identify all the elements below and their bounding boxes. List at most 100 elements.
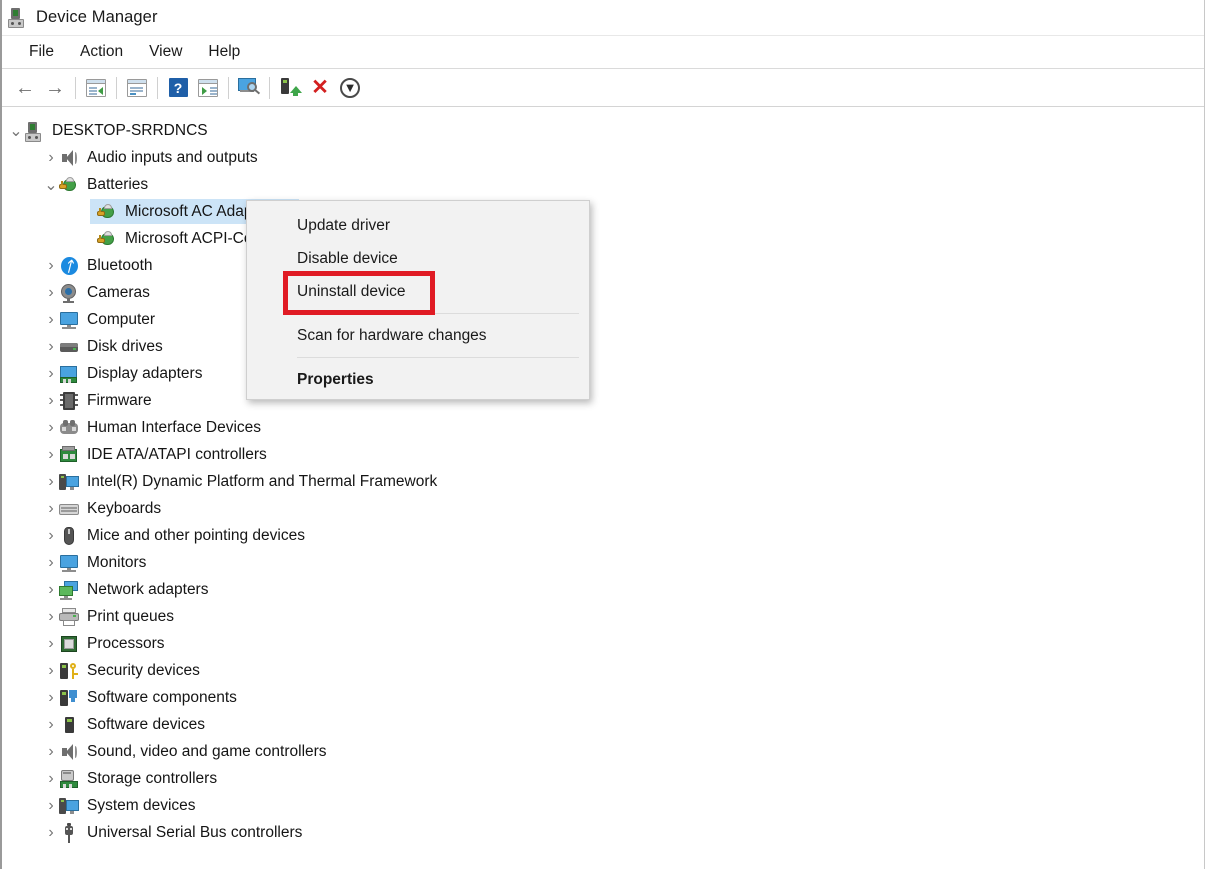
context-menu-separator	[297, 357, 579, 358]
toolbar: ← → ? ✕ ▼	[2, 69, 1204, 107]
hid-icon	[59, 418, 79, 438]
title-bar: Device Manager	[2, 0, 1204, 36]
tree-item-print-queues[interactable]: › Print queues	[2, 603, 1204, 630]
properties-button[interactable]	[122, 73, 152, 103]
chevron-right-icon[interactable]: ›	[43, 608, 59, 625]
update-driver-icon	[280, 78, 302, 97]
chevron-right-icon[interactable]: ›	[43, 257, 59, 274]
menu-view[interactable]: View	[136, 40, 195, 65]
tree-item-universal-serial-bus-controllers[interactable]: › Universal Serial Bus controllers	[2, 819, 1204, 846]
camera-icon	[59, 283, 79, 303]
tree-item-monitors[interactable]: › Monitors	[2, 549, 1204, 576]
chevron-right-icon[interactable]: ›	[43, 824, 59, 841]
tree-item-label: Intel(R) Dynamic Platform and Thermal Fr…	[87, 472, 438, 490]
chevron-right-icon[interactable]: ›	[43, 743, 59, 760]
menu-file[interactable]: File	[16, 40, 67, 65]
disk-drive-icon	[59, 337, 79, 357]
menu-bar: File Action View Help	[2, 36, 1204, 69]
chevron-right-icon[interactable]: ›	[43, 635, 59, 652]
chevron-right-icon[interactable]: ›	[43, 365, 59, 382]
tree-item-microsoft-acpi-compliant-control-method-battery[interactable]: Microsoft ACPI-Compliant Control Method …	[2, 225, 1204, 252]
tree-item-label: Human Interface Devices	[87, 418, 262, 436]
tree-item-bluetooth[interactable]: › ᛏ Bluetooth	[2, 252, 1204, 279]
monitor-icon	[59, 553, 79, 573]
tree-item-microsoft-ac-adapter[interactable]: Microsoft AC Adapter	[2, 198, 1204, 225]
tree-item-audio-inputs-and-outputs[interactable]: › Audio inputs and outputs	[2, 144, 1204, 171]
tree-item-display-adapters[interactable]: › Display adapters	[2, 360, 1204, 387]
tree-item-cameras[interactable]: › Cameras	[2, 279, 1204, 306]
show-hide-action-pane-button[interactable]	[193, 73, 223, 103]
tree-item-label: Bluetooth	[87, 256, 153, 274]
chevron-right-icon[interactable]: ›	[43, 284, 59, 301]
tree-item-label: Security devices	[87, 661, 200, 679]
device-tree[interactable]: ⌄ DESKTOP-SRRDNCS › Audio inputs and out…	[2, 110, 1204, 867]
menu-help[interactable]: Help	[195, 40, 253, 65]
chevron-right-icon[interactable]: ›	[43, 716, 59, 733]
tree-item-network-adapters[interactable]: › Network adapters	[2, 576, 1204, 603]
tree-item-software-components[interactable]: › Software components	[2, 684, 1204, 711]
context-menu-bottom-padding	[247, 396, 589, 404]
mouse-icon	[59, 526, 79, 546]
tree-item-computer[interactable]: › Computer	[2, 306, 1204, 333]
tree-item-firmware[interactable]: › Firmware	[2, 387, 1204, 414]
tree-item-keyboards[interactable]: › Keyboards	[2, 495, 1204, 522]
chevron-down-icon[interactable]: ⌄	[8, 123, 24, 140]
console-tree-icon	[86, 78, 106, 97]
chevron-right-icon[interactable]: ›	[43, 473, 59, 490]
uninstall-device-button[interactable]: ✕	[305, 73, 335, 103]
chevron-right-icon[interactable]: ›	[43, 311, 59, 328]
tree-item-sound-video-and-game-controllers[interactable]: › Sound, video and game controllers	[2, 738, 1204, 765]
scan-for-hardware-changes-button[interactable]	[234, 73, 264, 103]
toolbar-separator	[157, 76, 158, 99]
tree-item-human-interface-devices[interactable]: › Human Interface Devices	[2, 414, 1204, 441]
window-title: Device Manager	[36, 8, 158, 26]
disable-device-button[interactable]: ▼	[335, 73, 365, 103]
chevron-right-icon[interactable]: ›	[43, 554, 59, 571]
keyboard-icon	[59, 499, 79, 519]
context-menu-item-disable-device[interactable]: Disable device	[247, 242, 589, 275]
tree-item-software-devices[interactable]: › Software devices	[2, 711, 1204, 738]
menu-action[interactable]: Action	[67, 40, 136, 65]
chevron-right-icon[interactable]: ›	[43, 527, 59, 544]
scan-hardware-icon	[238, 78, 261, 97]
chevron-right-icon[interactable]: ›	[43, 338, 59, 355]
tree-item-intel-dynamic-platform-and-thermal-framework[interactable]: › Intel(R) Dynamic Platform and Thermal …	[2, 468, 1204, 495]
properties-window-icon	[127, 78, 147, 97]
tree-item-label: Batteries	[87, 175, 149, 193]
context-menu-item-uninstall-device[interactable]: Uninstall device	[247, 275, 589, 308]
chevron-right-icon[interactable]: ›	[43, 500, 59, 517]
tree-item-label: DESKTOP-SRRDNCS	[52, 121, 208, 139]
context-menu-item-update-driver[interactable]: Update driver	[247, 209, 589, 242]
tree-item-root[interactable]: ⌄ DESKTOP-SRRDNCS	[2, 117, 1204, 144]
tree-item-mice-and-other-pointing-devices[interactable]: › Mice and other pointing devices	[2, 522, 1204, 549]
red-x-icon: ✕	[311, 76, 329, 99]
chevron-down-icon[interactable]: ⌄	[43, 177, 59, 194]
chevron-right-icon[interactable]: ›	[43, 392, 59, 409]
update-driver-button[interactable]	[275, 73, 305, 103]
chevron-right-icon[interactable]: ›	[43, 419, 59, 436]
context-menu-item-properties[interactable]: Properties	[247, 363, 589, 396]
tree-item-ide-ata-atapi-controllers[interactable]: › IDE ATA/ATAPI controllers	[2, 441, 1204, 468]
tree-item-system-devices[interactable]: › System devices	[2, 792, 1204, 819]
chevron-right-icon[interactable]: ›	[43, 662, 59, 679]
tree-item-security-devices[interactable]: › Security devices	[2, 657, 1204, 684]
toolbar-separator	[269, 76, 270, 99]
tree-item-processors[interactable]: › Processors	[2, 630, 1204, 657]
chevron-right-icon[interactable]: ›	[43, 149, 59, 166]
chevron-right-icon[interactable]: ›	[43, 581, 59, 598]
toolbar-separator	[116, 76, 117, 99]
chevron-right-icon[interactable]: ›	[43, 770, 59, 787]
chevron-right-icon[interactable]: ›	[43, 689, 59, 706]
show-hide-console-tree-button[interactable]	[81, 73, 111, 103]
help-button[interactable]: ?	[163, 73, 193, 103]
tree-item-storage-controllers[interactable]: › Storage controllers	[2, 765, 1204, 792]
back-button[interactable]: ←	[10, 73, 40, 103]
tree-item-disk-drives[interactable]: › Disk drives	[2, 333, 1204, 360]
processor-icon	[59, 634, 79, 654]
forward-button[interactable]: →	[40, 73, 70, 103]
tree-item-label: Network adapters	[87, 580, 209, 598]
chevron-right-icon[interactable]: ›	[43, 797, 59, 814]
chevron-right-icon[interactable]: ›	[43, 446, 59, 463]
context-menu-item-scan-for-hardware-changes[interactable]: Scan for hardware changes	[247, 319, 589, 352]
tree-item-batteries[interactable]: ⌄ Batteries	[2, 171, 1204, 198]
